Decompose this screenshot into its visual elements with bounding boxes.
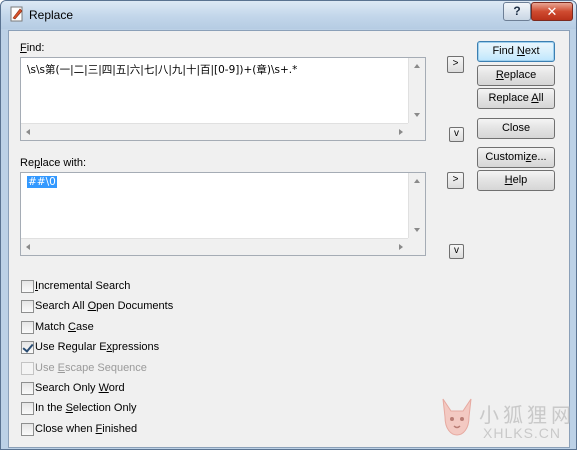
find-insert-button[interactable]: >	[447, 56, 464, 73]
customize-button[interactable]: Customize...	[477, 147, 555, 168]
replace-button[interactable]: Replace	[477, 65, 555, 86]
scroll-down-icon[interactable]	[414, 113, 420, 117]
scroll-left-icon[interactable]	[26, 129, 30, 135]
help-title-button[interactable]: ?	[503, 2, 531, 21]
find-label: Find:	[20, 42, 45, 54]
find-next-button[interactable]: Find Next	[477, 41, 555, 62]
scroll-corner	[408, 123, 425, 140]
replace-all-button[interactable]: Replace All	[477, 88, 555, 109]
help-button[interactable]: Help	[477, 170, 555, 191]
checkbox-checked[interactable]	[21, 341, 34, 354]
replace-with-label: Replace with:	[20, 157, 87, 169]
scroll-right-icon[interactable]	[399, 129, 403, 135]
replace-history-button[interactable]: v	[449, 244, 464, 259]
close-button[interactable]: Close	[477, 118, 555, 139]
scroll-right-icon[interactable]	[399, 244, 403, 250]
window-title: Replace	[29, 8, 74, 22]
find-input-text: \s\s第(一|二|三|四|五|六|七|八|九|十|百|[0-9])+(章)\s…	[27, 64, 298, 76]
watermark-chinese: 小狐狸网	[479, 405, 575, 427]
replace-input-text: ##\0	[27, 176, 57, 188]
scroll-down-icon[interactable]	[414, 228, 420, 232]
title-bar[interactable]: Replace ? ✕	[1, 1, 576, 29]
scroll-left-icon[interactable]	[26, 244, 30, 250]
dialog-body: Find: \s\s第(一|二|三|四|五|六|七|八|九|十|百|[0-9])…	[8, 30, 570, 448]
find-input[interactable]: \s\s第(一|二|三|四|五|六|七|八|九|十|百|[0-9])+(章)\s…	[20, 57, 426, 141]
checkbox[interactable]	[21, 300, 34, 313]
checkbox[interactable]	[21, 423, 34, 436]
replace-insert-button[interactable]: >	[447, 172, 464, 189]
replace-input[interactable]: ##\0	[20, 172, 426, 256]
find-history-button[interactable]: v	[449, 127, 464, 142]
checkbox[interactable]	[21, 402, 34, 415]
checkbox-disabled	[21, 362, 34, 375]
watermark: 小狐狸网 XHLKS.CN	[433, 389, 573, 449]
checkbox[interactable]	[21, 280, 34, 293]
app-icon	[10, 6, 23, 22]
find-vertical-scrollbar[interactable]	[408, 58, 425, 123]
watermark-english: XHLKS.CN	[483, 425, 562, 441]
replace-vertical-scrollbar[interactable]	[408, 173, 425, 238]
scroll-corner	[408, 238, 425, 255]
close-window-button[interactable]: ✕	[531, 2, 573, 21]
checkbox[interactable]	[21, 321, 34, 334]
replace-horizontal-scrollbar[interactable]	[21, 238, 408, 255]
checkbox[interactable]	[21, 382, 34, 395]
find-horizontal-scrollbar[interactable]	[21, 123, 408, 140]
fox-logo-icon	[442, 398, 472, 436]
scroll-up-icon[interactable]	[414, 64, 420, 68]
scroll-up-icon[interactable]	[414, 179, 420, 183]
replace-dialog: Replace ? ✕ Find: \s\s第(一|二|三|四|五|六|七|八|…	[0, 0, 577, 450]
